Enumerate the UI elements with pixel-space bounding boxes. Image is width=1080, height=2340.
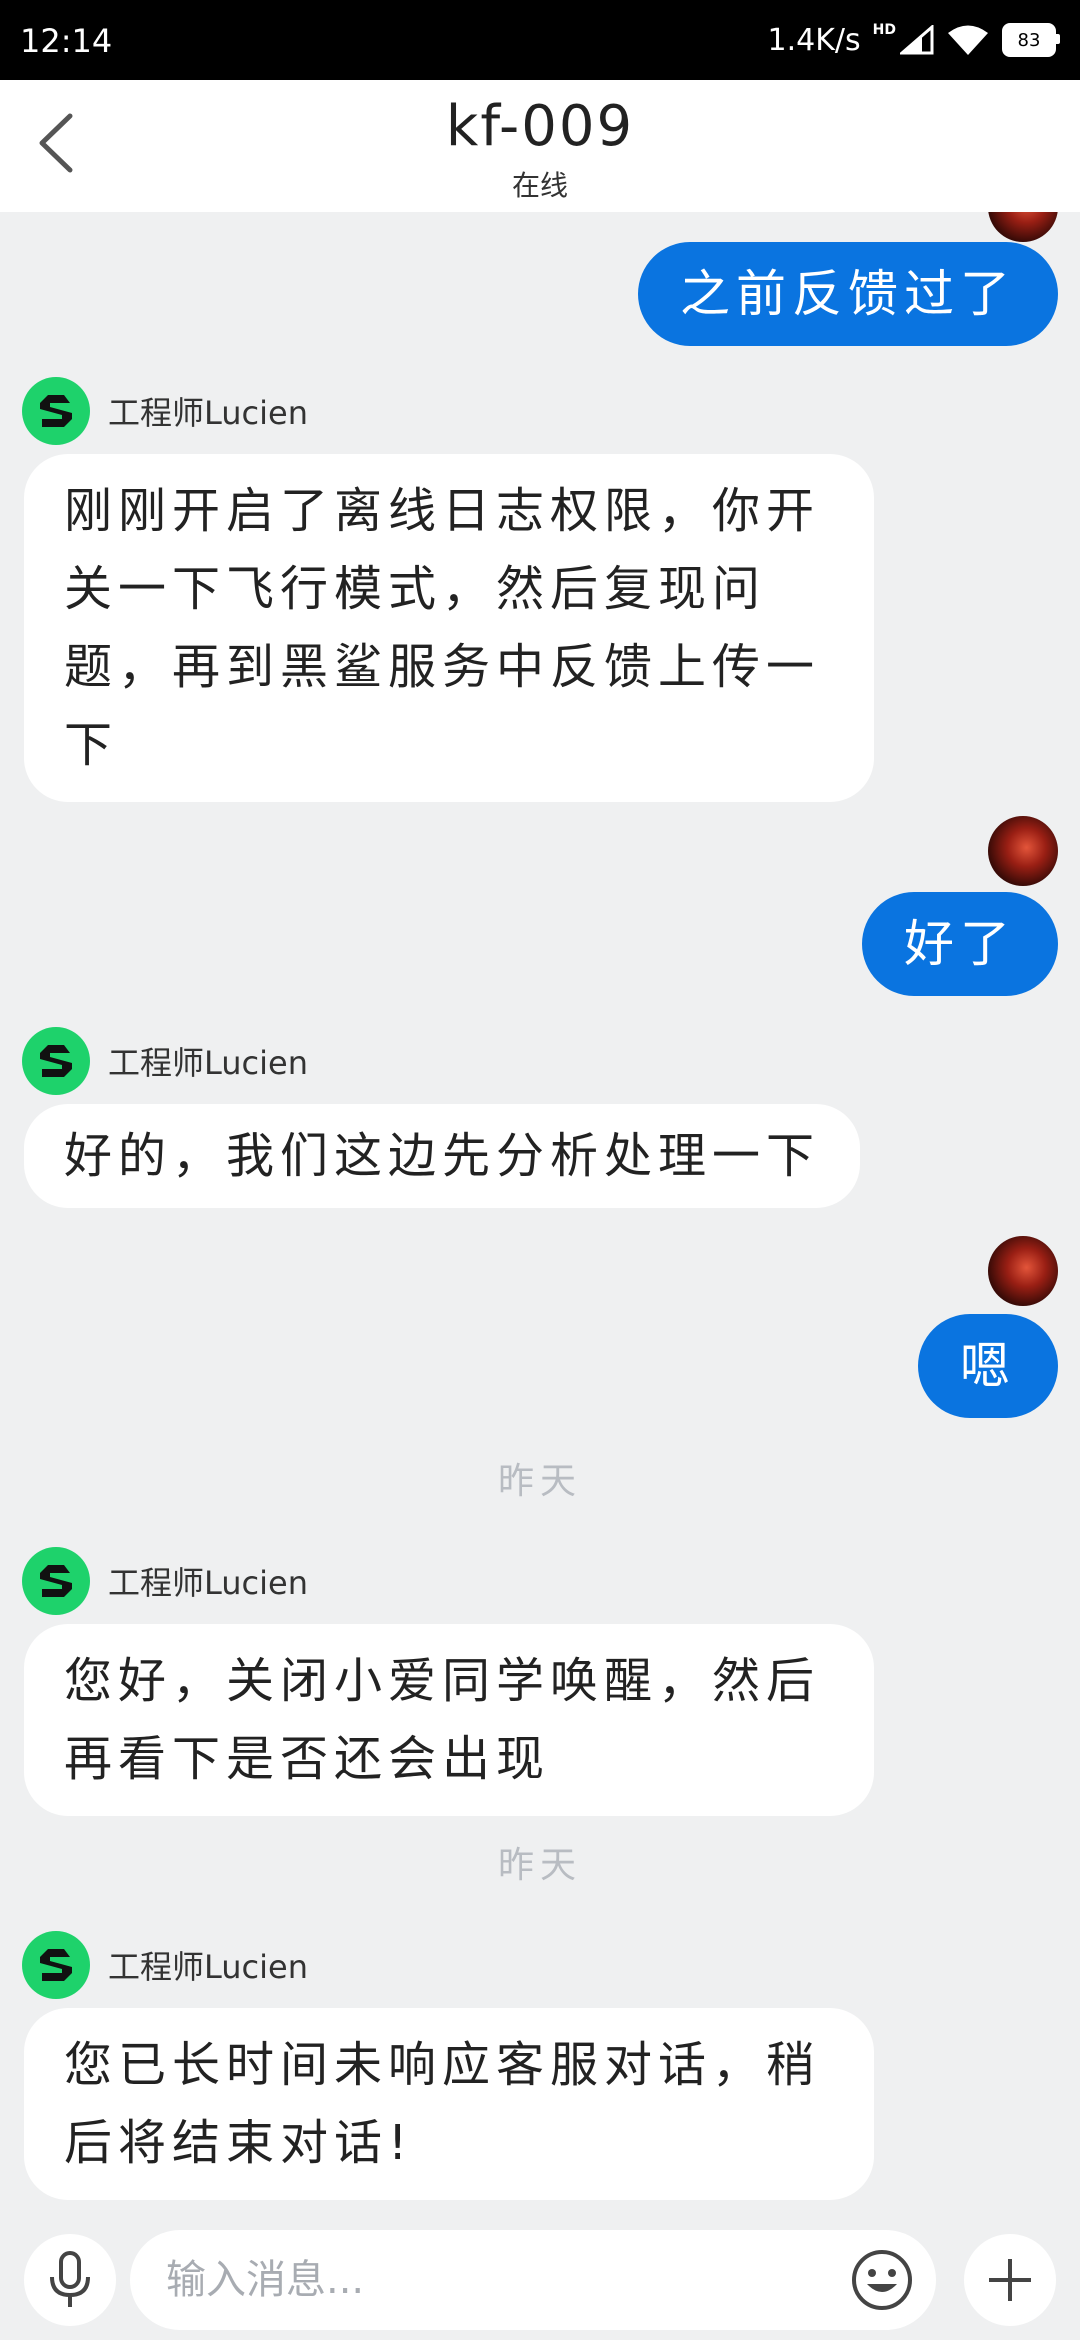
page-title: kf-009 — [445, 94, 635, 159]
online-status: 在线 — [511, 169, 568, 202]
user-avatar — [988, 1236, 1058, 1306]
agent-header: 工程师Lucien — [22, 1546, 308, 1616]
voice-button[interactable] — [24, 2234, 116, 2326]
wifi-icon — [948, 25, 988, 55]
status-bar: 12:14 1.4K/s HD 83 — [0, 0, 1080, 80]
user-avatar — [988, 816, 1058, 886]
status-icons: 1.4K/s HD 83 — [767, 20, 1060, 60]
microphone-icon — [50, 2251, 90, 2307]
emoji-icon[interactable] — [850, 2248, 914, 2312]
network-type: HD — [872, 22, 896, 38]
agent-avatar[interactable] — [22, 1547, 90, 1615]
black-shark-logo-icon — [40, 1565, 72, 1597]
agent-header: 工程师Lucien — [22, 376, 308, 446]
agent-avatar[interactable] — [22, 377, 90, 445]
message-input[interactable] — [130, 2230, 936, 2330]
agent-name: 工程师Lucien — [108, 1044, 309, 1082]
message-bubble-outgoing[interactable]: 之前反馈过了 — [638, 242, 1058, 346]
agent-name: 工程师Lucien — [108, 394, 309, 432]
network-speed: 1.4K/s — [767, 22, 861, 58]
status-time: 12:14 — [20, 22, 113, 60]
plus-icon — [989, 2259, 1031, 2301]
message-bubble-outgoing[interactable]: 嗯 — [918, 1314, 1058, 1418]
agent-name: 工程师Lucien — [108, 1564, 309, 1602]
black-shark-logo-icon — [40, 1045, 72, 1077]
signal-icon — [900, 25, 934, 55]
agent-avatar[interactable] — [22, 1027, 90, 1095]
chat-header: kf-009 在线 — [0, 80, 1080, 212]
chat-list[interactable]: 之前反馈过了 工程师Lucien 刚刚开启了离线日志权限，你开关一下飞行模式，然… — [0, 212, 1080, 2220]
user-avatar — [988, 212, 1058, 242]
black-shark-logo-icon — [40, 395, 72, 427]
more-button[interactable] — [964, 2234, 1056, 2326]
message-bubble-incoming[interactable]: 您已长时间未响应客服对话，稍后将结束对话! — [24, 2008, 874, 2200]
agent-header: 工程师Lucien — [22, 1930, 308, 2000]
agent-name: 工程师Lucien — [108, 1948, 309, 1986]
date-separator: 昨天 — [497, 1461, 582, 1502]
black-shark-logo-icon — [40, 1949, 72, 1981]
input-bar — [0, 2220, 1080, 2340]
message-bubble-outgoing[interactable]: 好了 — [862, 892, 1058, 996]
agent-avatar[interactable] — [22, 1931, 90, 1999]
message-bubble-incoming[interactable]: 您好，关闭小爱同学唤醒，然后再看下是否还会出现 — [24, 1624, 874, 1816]
message-bubble-incoming[interactable]: 刚刚开启了离线日志权限，你开关一下飞行模式，然后复现问题，再到黑鲨服务中反馈上传… — [24, 454, 874, 802]
date-separator: 昨天 — [497, 1845, 582, 1886]
message-bubble-incoming[interactable]: 好的，我们这边先分析处理一下 — [24, 1104, 861, 1208]
agent-header: 工程师Lucien — [22, 1026, 308, 1096]
battery-icon: 83 — [1002, 23, 1060, 57]
